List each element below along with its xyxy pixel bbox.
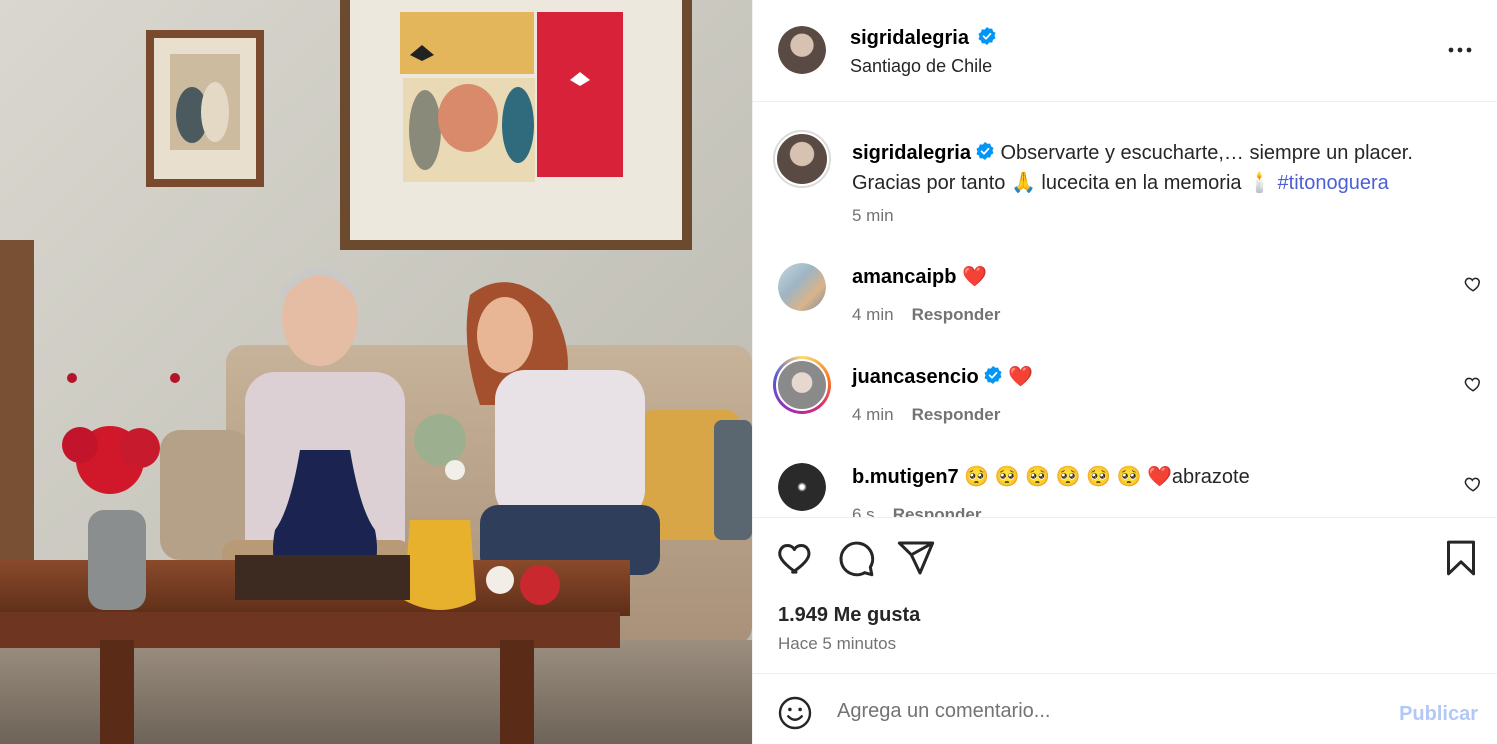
comment-like-heart-icon[interactable] (1464, 375, 1482, 393)
post-timestamp[interactable]: Hace 5 minutos (778, 634, 896, 654)
author-avatar[interactable] (778, 26, 826, 74)
verified-badge-icon (975, 141, 995, 169)
bookmark-icon[interactable] (1441, 538, 1481, 578)
author-username[interactable]: sigridalegria (850, 27, 969, 49)
reply-button[interactable]: Responder (893, 505, 982, 517)
reply-button[interactable]: Responder (912, 305, 1001, 324)
comment-item: juancasencio ❤️ 4 min Responder (753, 356, 1497, 446)
comment-time[interactable]: 6 s (852, 505, 875, 517)
comment-avatar[interactable] (778, 263, 826, 311)
comment-text-block: juancasencio ❤️ (852, 363, 1452, 393)
likes-count[interactable]: 1.949 Me gusta (778, 604, 920, 627)
comment-username[interactable]: b.mutigen7 (852, 466, 959, 488)
caption-username[interactable]: sigridalegria (852, 142, 971, 164)
caption-item: sigridalegria Observarte y escucharte,… … (753, 130, 1497, 230)
comment-text: ❤️ (962, 266, 987, 288)
comment-avatar[interactable] (778, 463, 826, 511)
comment-meta: 4 min Responder (852, 305, 1000, 325)
comment-icon[interactable] (836, 538, 876, 578)
caption-line2: Gracias por tanto 🙏 lucecita en la memor… (852, 172, 1272, 194)
post-actions: 1.949 Me gusta Hace 5 minutos (753, 517, 1497, 674)
comment-like-heart-icon[interactable] (1464, 275, 1482, 293)
more-options-icon[interactable] (1446, 36, 1474, 64)
comment-item: amancaipb ❤️ 4 min Responder (753, 261, 1497, 351)
post-photo[interactable] (0, 0, 752, 744)
comment-input[interactable] (837, 693, 1377, 729)
author-name-row: sigridalegria (850, 26, 997, 51)
comment-avatar-image (778, 463, 826, 511)
instagram-post-view: sigridalegria Santiago de Chile sigridal… (0, 0, 1497, 744)
comment-composer: Publicar (753, 675, 1497, 744)
verified-badge-icon (983, 365, 1003, 393)
caption-avatar-image (775, 132, 829, 186)
comments-list[interactable]: sigridalegria Observarte y escucharte,… … (753, 103, 1497, 517)
comment-text-block: b.mutigen7 🥺 🥺 🥺 🥺 🥺 🥺 ❤️abrazote (852, 463, 1452, 491)
comment-meta: 6 s Responder (852, 505, 981, 517)
caption-text: Observarte y escucharte,… siempre un pla… (1000, 142, 1413, 164)
author-avatar-image (778, 26, 826, 74)
post-header: sigridalegria Santiago de Chile (753, 0, 1497, 102)
comment-avatar-image (778, 263, 826, 311)
comment-avatar-image (776, 359, 828, 411)
comment-item: b.mutigen7 🥺 🥺 🥺 🥺 🥺 🥺 ❤️abrazote 6 s Res… (753, 461, 1497, 517)
comment-text-block: amancaipb ❤️ (852, 263, 1452, 291)
comment-text: ❤️ (1008, 366, 1034, 388)
caption-text-block: sigridalegria Observarte y escucharte,… … (852, 139, 1452, 197)
caption-hashtag[interactable]: #titonoguera (1278, 172, 1389, 194)
caption-avatar[interactable] (773, 130, 831, 188)
share-icon[interactable] (896, 538, 936, 578)
comment-text: 🥺 🥺 🥺 🥺 🥺 🥺 ❤️abrazote (964, 466, 1250, 488)
comment-username[interactable]: juancasencio (852, 366, 979, 388)
comment-time[interactable]: 4 min (852, 305, 894, 324)
emoji-icon[interactable] (777, 695, 813, 731)
comment-username[interactable]: amancaipb (852, 266, 956, 288)
comment-meta: 4 min Responder (852, 405, 1000, 425)
comment-like-heart-icon[interactable] (1464, 475, 1482, 493)
post-location[interactable]: Santiago de Chile (850, 56, 992, 77)
verified-badge-icon (977, 26, 997, 51)
post-details-panel: sigridalegria Santiago de Chile sigridal… (752, 0, 1497, 744)
comment-avatar-story-ring[interactable] (773, 356, 831, 414)
publish-button[interactable]: Publicar (1399, 703, 1478, 726)
heart-icon[interactable] (776, 538, 816, 578)
reply-button[interactable]: Responder (912, 405, 1001, 424)
comment-time[interactable]: 4 min (852, 405, 894, 424)
caption-time[interactable]: 5 min (852, 206, 894, 226)
post-photo-illustration (0, 0, 752, 744)
